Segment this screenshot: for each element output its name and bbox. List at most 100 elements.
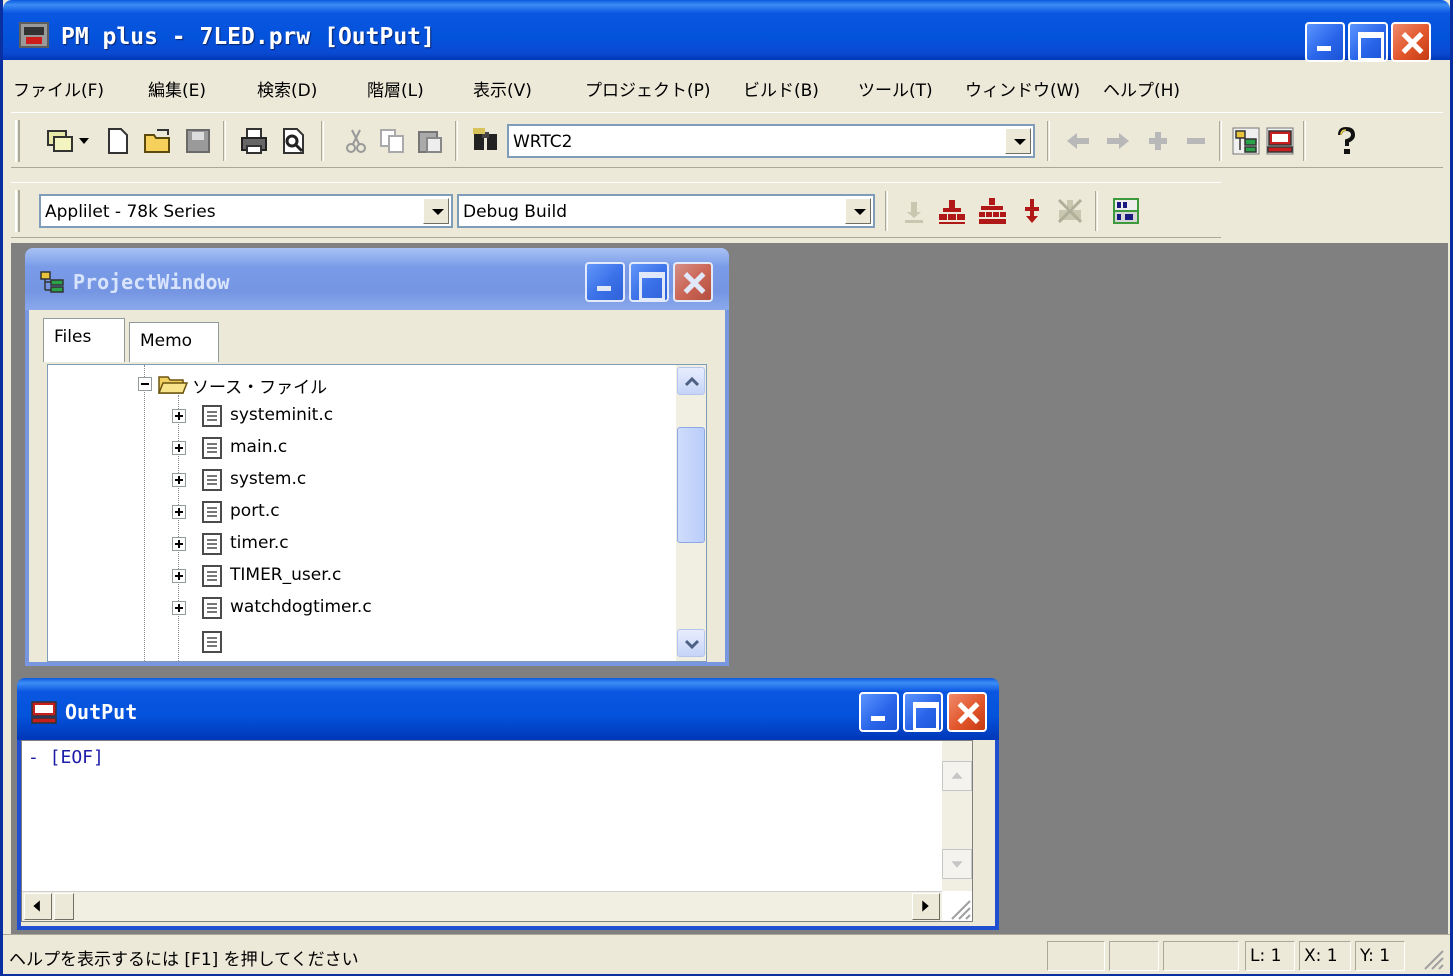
triangle-down-icon — [951, 861, 963, 868]
output-vertical-scrollbar[interactable] — [942, 741, 972, 891]
output-line: - [EOF] — [28, 747, 104, 768]
print-preview-icon[interactable] — [279, 126, 309, 156]
menu-project[interactable]: プロジェクト(P) — [585, 76, 711, 101]
output-horizontal-scrollbar[interactable] — [22, 891, 942, 921]
output-window-close-button[interactable] — [947, 692, 987, 732]
project-combo[interactable]: WRTC2 — [507, 124, 1035, 158]
toolbar-separator — [1095, 191, 1098, 231]
window-title: PM plus - 7LED.prw [OutPut] — [61, 24, 435, 50]
scroll-up-button[interactable] — [942, 761, 972, 791]
open-folder-icon[interactable] — [143, 126, 173, 156]
find-binoculars-icon[interactable] — [471, 126, 501, 156]
output-window-title-bar[interactable]: OutPut — [17, 678, 999, 740]
toolbar-separator — [455, 121, 458, 161]
copy-icon[interactable] — [377, 126, 407, 156]
status-row-number: Y: 1 — [1355, 941, 1405, 971]
project-window-minimize-button[interactable] — [585, 262, 625, 302]
scroll-down-button[interactable] — [942, 849, 972, 879]
menu-file[interactable]: ファイル(F) — [13, 76, 104, 101]
minimize-button[interactable] — [1305, 22, 1345, 62]
expand-plus-icon[interactable] — [172, 409, 186, 423]
build-mode-combo[interactable]: Debug Build — [457, 194, 875, 228]
stop-build-icon[interactable] — [1055, 196, 1085, 226]
build-icon[interactable] — [937, 196, 967, 226]
scroll-down-button[interactable] — [677, 629, 705, 657]
toolbar-grip[interactable] — [15, 190, 20, 232]
expand-plus-icon[interactable] — [1143, 126, 1173, 156]
maximize-button[interactable] — [1348, 22, 1388, 62]
title-bar[interactable]: PM plus - 7LED.prw [OutPut] — [3, 0, 1450, 62]
collapse-minus-icon[interactable] — [1181, 126, 1211, 156]
new-file-icon[interactable] — [103, 126, 133, 156]
chevron-down-icon[interactable] — [845, 198, 871, 224]
scroll-left-button[interactable] — [24, 893, 52, 920]
help-question-icon[interactable] — [1331, 126, 1361, 156]
scroll-up-button[interactable] — [677, 367, 705, 395]
menu-help[interactable]: ヘルプ(H) — [1103, 76, 1180, 101]
expand-plus-icon[interactable] — [172, 441, 186, 455]
link-icon[interactable] — [1017, 196, 1047, 226]
output-window-icon — [31, 701, 57, 724]
applilet-combo[interactable]: Applilet - 78k Series — [39, 194, 453, 228]
expand-plus-icon[interactable] — [172, 601, 186, 615]
scroll-thumb[interactable] — [677, 427, 705, 543]
expand-plus-icon[interactable] — [172, 569, 186, 583]
save-icon[interactable] — [183, 126, 213, 156]
applilet-combo-value: Applilet - 78k Series — [45, 202, 216, 222]
project-window-icon[interactable] — [1231, 126, 1261, 156]
menu-search[interactable]: 検索(D) — [257, 76, 317, 101]
c-source-file-icon — [202, 565, 222, 587]
paste-icon[interactable] — [415, 126, 445, 156]
resize-grip-icon[interactable] — [1415, 941, 1445, 971]
expand-plus-icon[interactable] — [172, 473, 186, 487]
close-button[interactable] — [1391, 22, 1431, 62]
c-source-file-icon — [202, 533, 222, 555]
resize-grip-icon[interactable] — [942, 891, 972, 921]
chevron-down-icon[interactable] — [423, 198, 449, 224]
c-source-file-icon — [202, 469, 222, 491]
status-column-number: X: 1 — [1299, 941, 1351, 971]
project-window-title: ProjectWindow — [73, 270, 230, 294]
dropdown-arrow-icon[interactable] — [77, 126, 91, 156]
scroll-thumb[interactable] — [54, 893, 74, 920]
output-text-area[interactable]: - [EOF] — [21, 740, 973, 922]
tab-files[interactable]: Files — [43, 318, 125, 362]
cut-icon[interactable] — [341, 126, 371, 156]
open-project-icon[interactable] — [45, 126, 75, 156]
output-window-icon[interactable] — [1265, 126, 1295, 156]
project-window-maximize-button[interactable] — [629, 262, 669, 302]
chevron-down-icon[interactable] — [1005, 128, 1031, 154]
print-icon[interactable] — [239, 126, 269, 156]
triangle-up-icon — [951, 772, 963, 779]
forward-arrow-icon[interactable] — [1103, 126, 1133, 156]
output-window-maximize-button[interactable] — [903, 692, 943, 732]
menu-tools[interactable]: ツール(T) — [858, 76, 933, 101]
expand-plus-icon[interactable] — [172, 505, 186, 519]
menu-view[interactable]: 表示(V) — [473, 76, 532, 101]
menu-window[interactable]: ウィンドウ(W) — [965, 76, 1080, 101]
tree-file-label: systeminit.c — [230, 405, 334, 425]
compile-icon[interactable] — [899, 196, 929, 226]
toolbar-separator — [1219, 121, 1222, 161]
tree-file-label: system.c — [230, 469, 307, 489]
menu-edit[interactable]: 編集(E) — [148, 76, 206, 101]
project-window: ProjectWindow Files Memo ソース・ファイル system… — [25, 248, 729, 666]
rebuild-icon[interactable] — [977, 196, 1007, 226]
file-tree-vertical-scrollbar[interactable] — [676, 365, 706, 661]
output-window-minimize-button[interactable] — [859, 692, 899, 732]
menu-hierarchy[interactable]: 階層(L) — [367, 76, 424, 101]
expand-plus-icon[interactable] — [172, 537, 186, 551]
debugger-icon[interactable] — [1111, 196, 1141, 226]
back-arrow-icon[interactable] — [1063, 126, 1093, 156]
chevron-up-icon — [684, 376, 700, 387]
toolbar-grip[interactable] — [15, 120, 20, 162]
pm-plus-app-icon[interactable] — [19, 22, 49, 48]
project-window-title-bar[interactable]: ProjectWindow — [25, 248, 729, 310]
status-pane-empty — [1163, 941, 1239, 971]
menu-build[interactable]: ビルド(B) — [743, 76, 819, 101]
project-window-close-button[interactable] — [673, 262, 713, 302]
scroll-right-button[interactable] — [912, 893, 940, 920]
tab-memo[interactable]: Memo — [129, 322, 219, 362]
collapse-minus-icon[interactable] — [138, 377, 152, 391]
status-pane-empty — [1047, 941, 1105, 971]
